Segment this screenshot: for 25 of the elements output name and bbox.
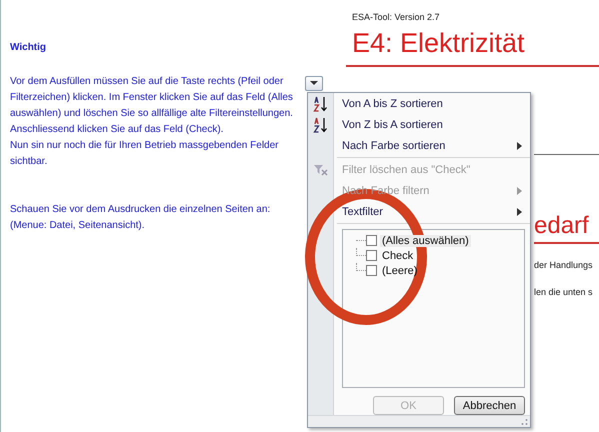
cell-text: der Handlungs — [534, 260, 594, 270]
section-heading: edarf — [534, 212, 590, 240]
value-label[interactable]: (Alles auswählen) — [380, 234, 471, 246]
instruction-text: Schauen Sie vor dem Ausdrucken die einzelnen Seiten an: (Menue: Datei, Seitenansicht). — [10, 203, 272, 233]
menu-item[interactable]: Von Z bis A sortieren — [308, 114, 530, 135]
caret-icon — [310, 81, 318, 86]
sheet-title: E4: Elektrizität — [352, 28, 526, 59]
cancel-button[interactable]: Abbrechen — [454, 396, 525, 415]
checkbox[interactable] — [366, 235, 377, 246]
checkbox[interactable] — [366, 250, 377, 261]
value-label[interactable]: Check — [380, 250, 416, 262]
resize-grip-icon — [520, 418, 528, 426]
filter-clear-icon — [314, 164, 328, 176]
menu-item[interactable]: Textfilter — [308, 201, 530, 222]
sort-descending-icon — [313, 116, 329, 132]
menu-item[interactable]: Von A bis Z sortieren — [308, 93, 530, 114]
cell-text: len die unten s — [534, 287, 594, 297]
instruction-text: Vor dem Ausfüllen müssen Sie auf die Taste rechts (Pfeil oder Filterzeichen) klicken. Im Fenster klicken Sie auf das Feld (Alles auswählen) und löschen Sie so allfällige alte Filtereinstellungen. Anschliessend klicken Sie auf das Feld (Check). — [10, 75, 293, 137]
version-label: ESA-Tool: Version 2.7 — [352, 12, 441, 22]
checkbox[interactable] — [366, 265, 377, 276]
instruction-text: Nun sin nur noch die für Ihren Betrieb massgebenden Felder sichtbar. — [10, 139, 280, 169]
heading: Wichtig — [10, 41, 48, 55]
menu-item[interactable]: Nach Farbe sortieren — [308, 135, 530, 156]
sort-ascending-icon — [313, 96, 329, 112]
filter-dropdown-button[interactable] — [305, 76, 323, 91]
